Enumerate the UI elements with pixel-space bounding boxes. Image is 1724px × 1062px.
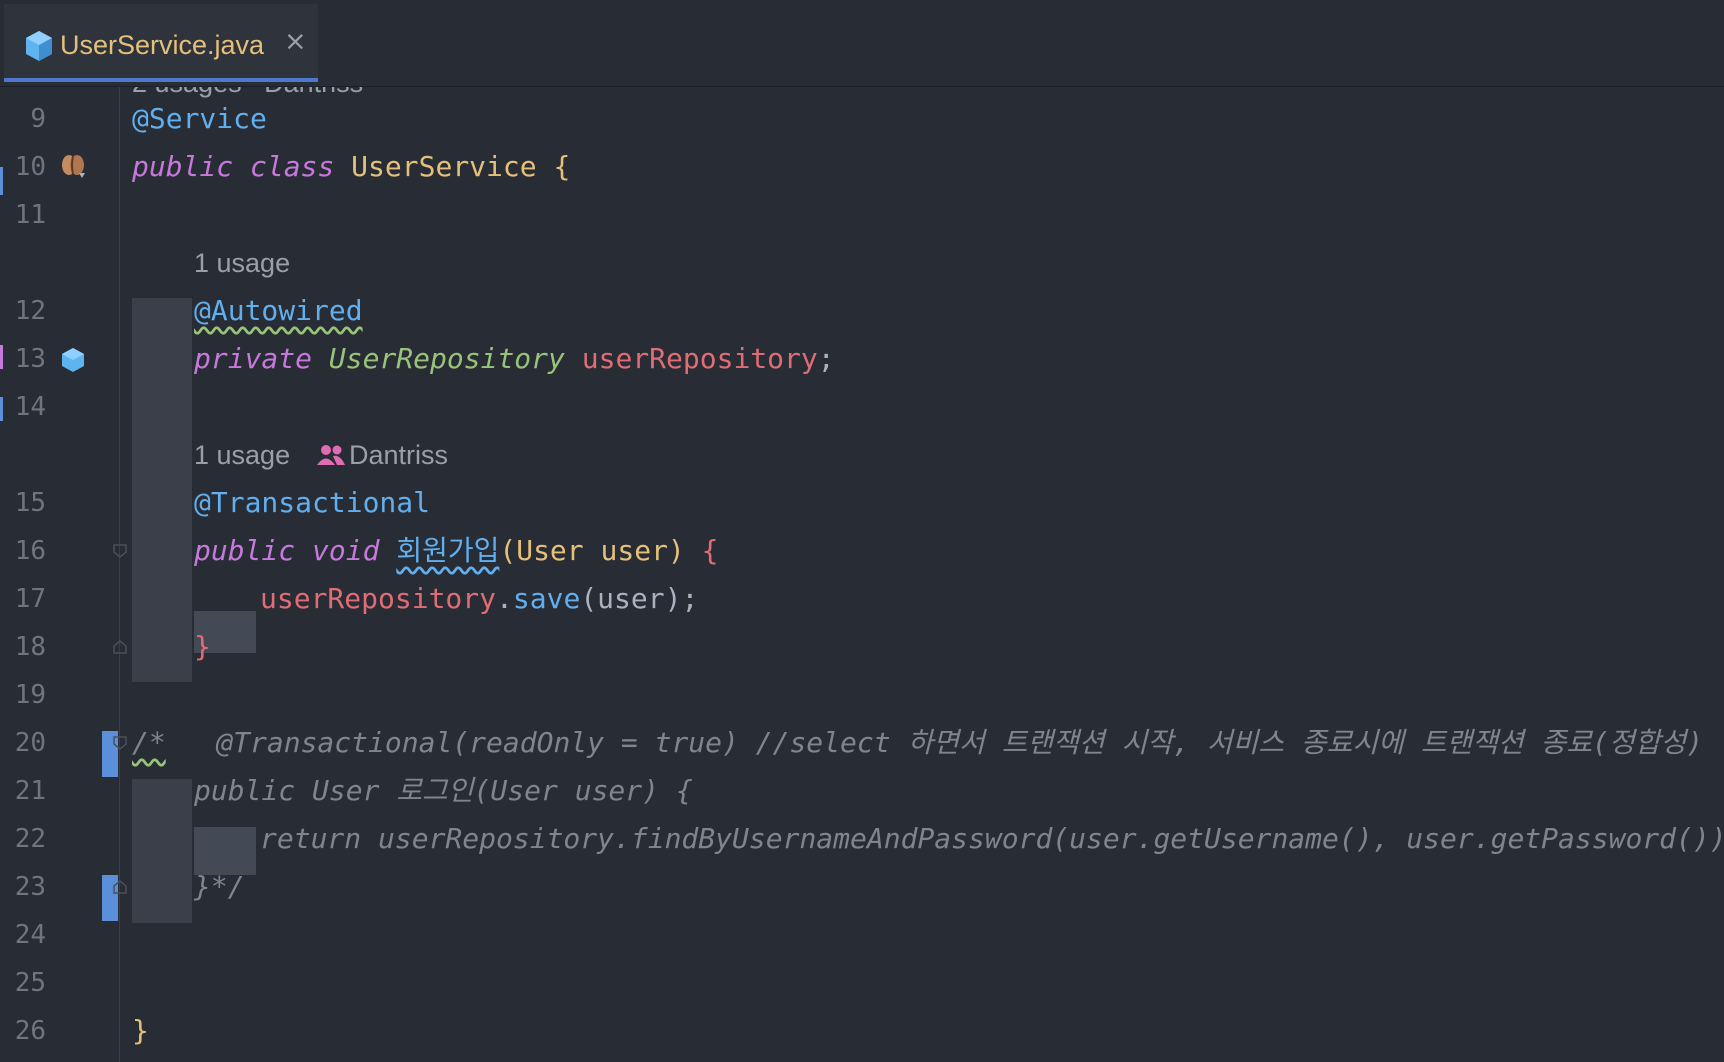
code-line: 11 — [0, 191, 1724, 239]
line-number: 14 — [14, 392, 46, 422]
line-number: 25 — [14, 968, 46, 998]
author-icon — [317, 445, 345, 465]
java-class-icon — [26, 31, 52, 61]
line-number: 20 — [14, 728, 46, 758]
line-number: 19 — [14, 680, 46, 710]
line-content: }*/ — [194, 870, 245, 903]
code-line: 17 userRepository.save(user); — [0, 575, 1724, 623]
line-number: 23 — [14, 872, 46, 902]
line-content: } — [132, 1014, 149, 1047]
tab-userservice[interactable]: UserService.java × — [4, 4, 318, 82]
code-editor[interactable]: 2 usages Dantriss * 9 @Service 10 public… — [0, 87, 1724, 1062]
usage-hint-method[interactable]: 1 usage — [194, 431, 290, 479]
author-name[interactable]: Dantriss — [349, 431, 448, 479]
code-line: 19 — [0, 671, 1724, 719]
code-line: 14 — [0, 383, 1724, 431]
code-line: 12 @Autowired — [0, 287, 1724, 335]
code-line: 24 — [0, 911, 1724, 959]
code-line: 20 /* @Transactional(readOnly = true) //… — [0, 719, 1724, 767]
line-content: userRepository.save(user); — [260, 582, 699, 615]
usage-hint-field[interactable]: 1 usage — [194, 239, 290, 287]
code-line: 21 public User 로그인(User user) { — [0, 767, 1724, 815]
line-number: 17 — [14, 584, 46, 614]
line-number: 26 — [14, 1016, 46, 1046]
fold-toggle-icon[interactable] — [112, 735, 128, 751]
code-line: 18 } — [0, 623, 1724, 671]
code-line: 23 }*/ — [0, 863, 1724, 911]
fold-toggle-icon[interactable] — [112, 543, 128, 559]
line-content: @Transactional — [194, 486, 431, 519]
line-content: public void 회원가입(User user) { — [194, 534, 719, 567]
line-content: private UserRepository userRepository; — [194, 342, 835, 375]
line-number: 24 — [14, 920, 46, 950]
line-number: 15 — [14, 488, 46, 518]
editor-tab-bar: UserService.java × — [0, 0, 1724, 87]
bean-icon[interactable] — [60, 153, 86, 179]
line-content: @Service — [132, 102, 267, 135]
line-number: 9 — [30, 104, 46, 134]
code-line: 10 public class UserService { — [0, 143, 1724, 191]
line-content: @Autowired — [194, 294, 363, 327]
line-content: return userRepository.findByUsernameAndP… — [260, 822, 1724, 855]
close-tab-icon[interactable]: × — [284, 26, 307, 57]
autowired-bean-icon[interactable] — [60, 346, 86, 372]
fold-toggle-icon[interactable] — [112, 639, 128, 655]
code-line: 9 @Service — [0, 95, 1724, 143]
code-line: 16 public void 회원가입(User user) { — [0, 527, 1724, 575]
line-number: 18 — [14, 632, 46, 662]
line-number: 12 — [14, 296, 46, 326]
line-content: public User 로그인(User user) { — [194, 774, 693, 807]
code-line: 26 } — [0, 1007, 1724, 1055]
code-line: 22 return userRepository.findByUsernameA… — [0, 815, 1724, 863]
line-number: 22 — [14, 824, 46, 854]
line-number: 21 — [14, 776, 46, 806]
line-content: public class UserService { — [132, 150, 571, 183]
line-content: } — [194, 630, 211, 663]
fold-toggle-icon[interactable] — [112, 879, 128, 895]
code-line: 25 — [0, 959, 1724, 1007]
line-number: 10 — [14, 152, 46, 182]
code-line: 13 private UserRepository userRepository… — [0, 335, 1724, 383]
code-line: 15 @Transactional — [0, 479, 1724, 527]
line-number: 13 — [14, 344, 46, 374]
line-number: 16 — [14, 536, 46, 566]
line-number: 11 — [14, 200, 46, 230]
line-content: /* @Transactional(readOnly = true) //sel… — [132, 726, 1704, 759]
tab-filename: UserService.java — [60, 30, 265, 60]
